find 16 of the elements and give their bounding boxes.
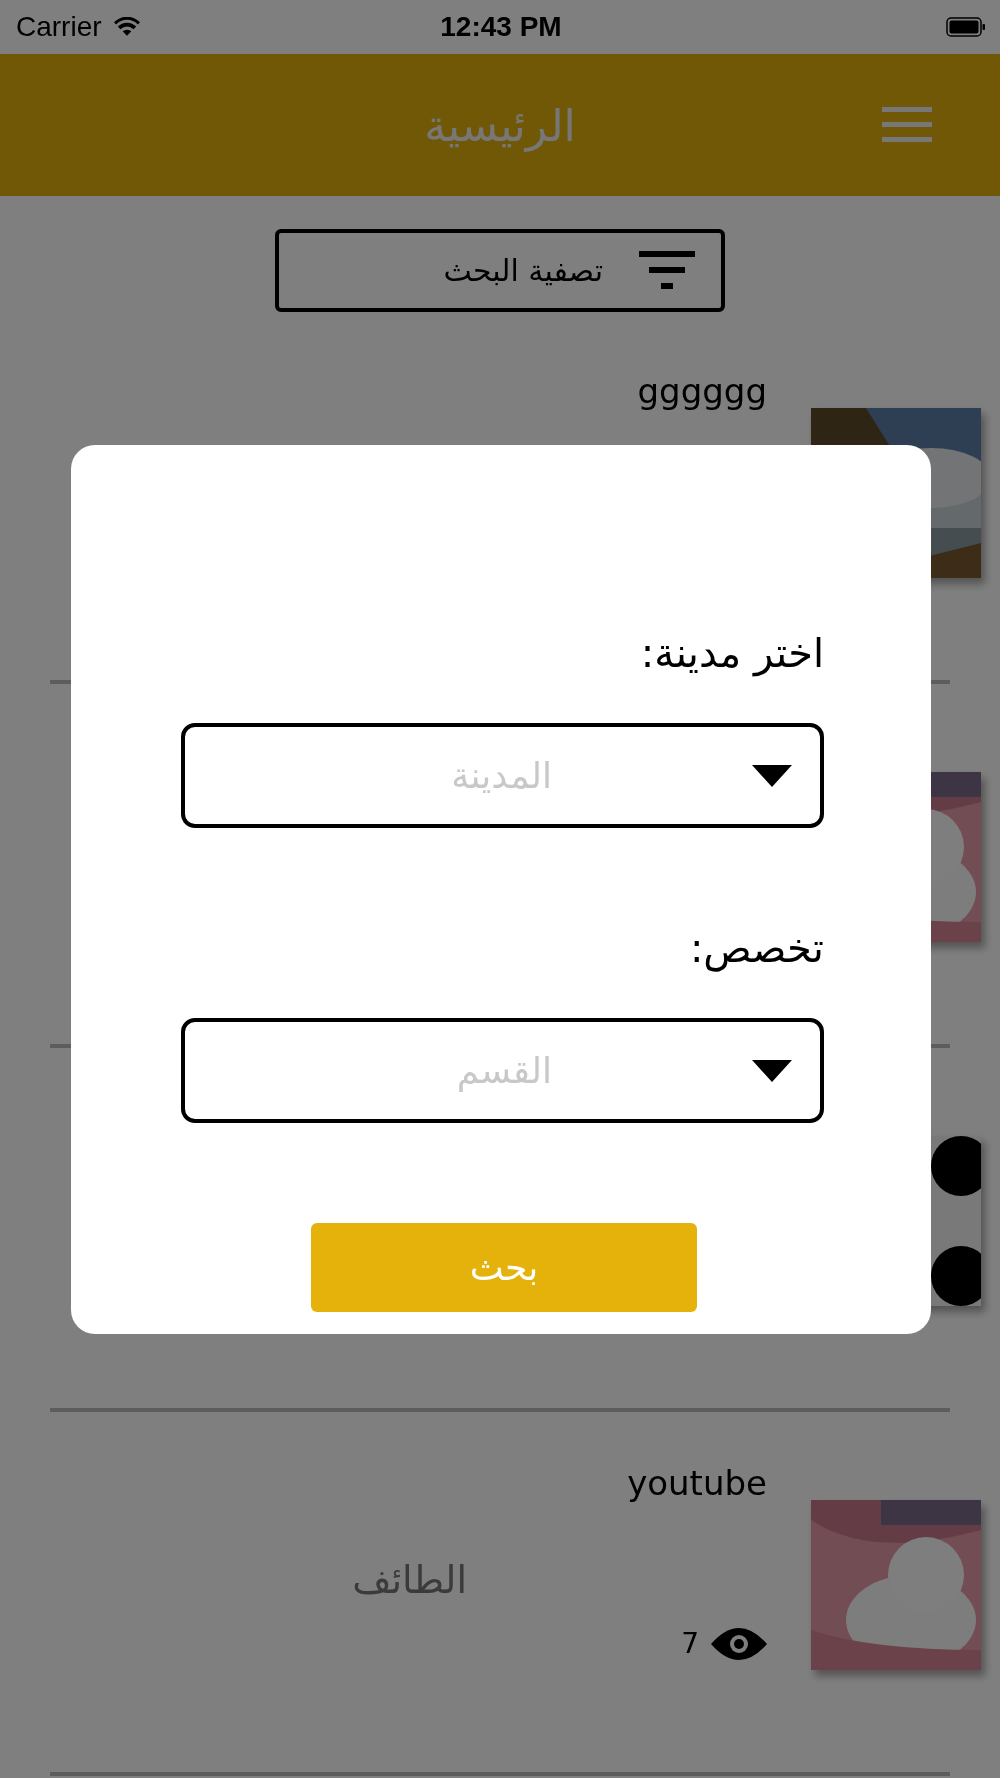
- search-button[interactable]: بحث: [311, 1223, 697, 1312]
- eye-icon: [711, 1627, 767, 1660]
- city-label: الطائف: [352, 1558, 467, 1602]
- carrier-label: Carrier: [16, 11, 102, 43]
- listing-title: gggggg: [637, 374, 767, 408]
- view-count: 7: [681, 1627, 699, 1660]
- filter-icon: [639, 250, 695, 291]
- filter-button[interactable]: تصفية البحث: [275, 229, 725, 312]
- listing-title: youtube: [627, 1466, 767, 1500]
- caret-icon: [752, 1059, 792, 1082]
- battery-icon: [946, 17, 986, 37]
- caret-icon: [752, 764, 792, 787]
- page-title: الرئيسية: [424, 99, 576, 151]
- wifi-icon: [113, 17, 140, 37]
- clock-time: 12:43 PM: [440, 11, 562, 43]
- menu-icon[interactable]: [882, 107, 932, 143]
